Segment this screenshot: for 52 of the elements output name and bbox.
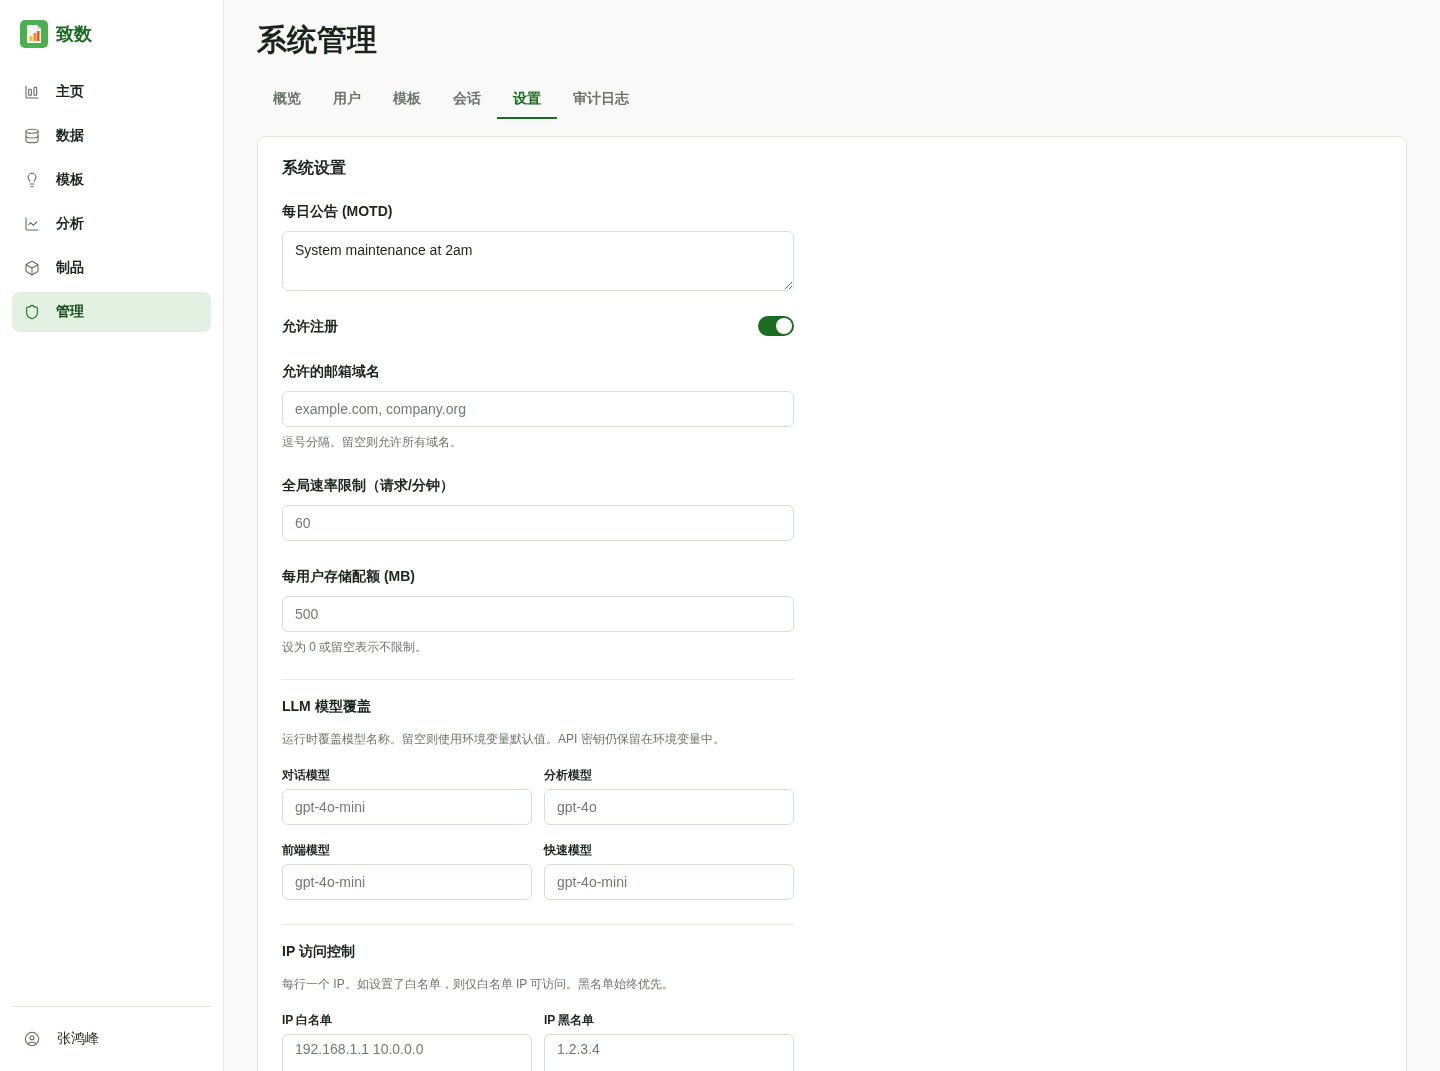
field-label: 快速模型	[544, 842, 593, 858]
brand-name: 致数	[56, 23, 92, 46]
field-label: 全局速率限制（请求/分钟）	[282, 476, 455, 495]
tab[interactable]: 用户	[317, 81, 377, 119]
cube-icon	[24, 260, 40, 276]
database-icon	[24, 128, 40, 144]
nav-item[interactable]: 管理	[12, 292, 211, 332]
field-label: 允许注册	[282, 317, 338, 336]
text-area[interactable]: 1.2.3.4	[544, 1034, 794, 1071]
input-field[interactable]: gpt-4o-mini	[544, 864, 794, 900]
toggle-switch[interactable]	[758, 316, 794, 336]
tab[interactable]: 审计日志	[557, 81, 645, 119]
text-area[interactable]: 192.168.1.1 10.0.0.0	[282, 1034, 532, 1071]
input-field[interactable]: example.com, company.org	[282, 391, 794, 427]
bar-chart-icon	[24, 84, 40, 100]
field-label: 前端模型	[282, 842, 331, 858]
hint-text: 设为 0 或留空表示不限制。	[282, 639, 429, 655]
input-field[interactable]: gpt-4o-mini	[282, 864, 532, 900]
tab[interactable]: 模板	[377, 81, 437, 119]
input-field[interactable]: gpt-4o-mini	[282, 789, 532, 825]
logo-icon	[20, 20, 48, 48]
line-chart-icon	[24, 216, 40, 232]
field-label: IP 白名单	[282, 1012, 334, 1028]
field-label: IP 黑名单	[544, 1012, 596, 1028]
tab[interactable]: 概览	[257, 81, 317, 119]
shield-icon	[24, 304, 40, 320]
nav-item[interactable]: 制品	[12, 248, 211, 288]
input-field[interactable]: 500	[282, 596, 794, 632]
section-description: 每行一个 IP。如设置了白名单，则仅白名单 IP 可访问。黑名单始终优先。	[282, 976, 676, 992]
lightbulb-icon	[24, 172, 40, 188]
nav-item[interactable]: 模板	[12, 160, 211, 200]
nav-item[interactable]: 数据	[12, 116, 211, 156]
nav-item[interactable]: 主页	[12, 72, 211, 112]
section-title: IP 访问控制	[282, 942, 356, 961]
user-menu[interactable]: 张鸿峰	[12, 1019, 211, 1059]
page-title: 系统管理	[257, 22, 378, 58]
card-title: 系统设置	[282, 158, 347, 178]
field-label: 每用户存储配额 (MB)	[282, 567, 416, 586]
field-label: 对话模型	[282, 767, 331, 783]
field-label: 每日公告 (MOTD)	[282, 202, 394, 221]
input-field[interactable]: 60	[282, 505, 794, 541]
field-label: 分析模型	[544, 767, 593, 783]
tab[interactable]: 设置	[497, 81, 557, 119]
nav-item[interactable]: 分析	[12, 204, 211, 244]
text-area[interactable]: System maintenance at 2am	[282, 231, 794, 291]
hint-text: 逗号分隔。留空则允许所有域名。	[282, 434, 463, 450]
field-label: 允许的邮箱域名	[282, 362, 381, 381]
section-title: LLM 模型覆盖	[282, 697, 372, 716]
input-field[interactable]: gpt-4o	[544, 789, 794, 825]
tab[interactable]: 会话	[437, 81, 497, 119]
section-description: 运行时覆盖模型名称。留空则使用环境变量默认值。API 密钥仍保留在环境变量中。	[282, 731, 726, 747]
user-circle-icon	[24, 1031, 40, 1047]
